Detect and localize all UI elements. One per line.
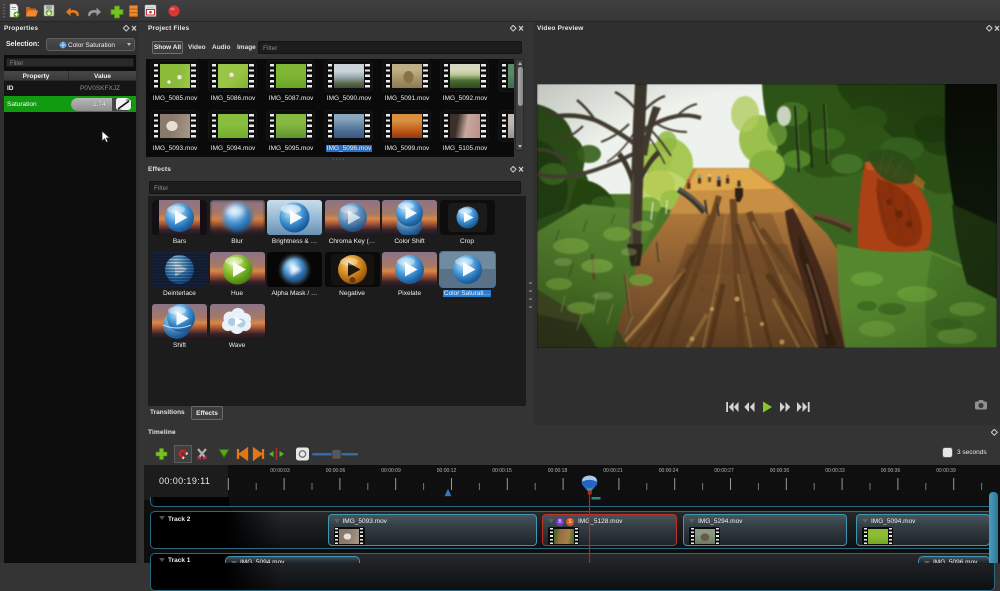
svg-text:00:00:30: 00:00:30 [770,468,790,474]
svg-text:00:00:39: 00:00:39 [936,468,956,474]
svg-text:00:00:06: 00:00:06 [326,468,346,474]
svg-text:00:00:21: 00:00:21 [603,468,623,474]
svg-text:00:00:33: 00:00:33 [825,468,845,474]
svg-text:00:00:09: 00:00:09 [381,468,401,474]
svg-text:00:00:03: 00:00:03 [270,468,290,474]
svg-text:00:00:18: 00:00:18 [548,468,568,474]
svg-text:00:00:15: 00:00:15 [492,468,512,474]
svg-text:00:00:36: 00:00:36 [881,468,901,474]
svg-text:00:00:24: 00:00:24 [659,468,679,474]
svg-text:00:00:12: 00:00:12 [437,468,457,474]
svg-text:00:00:27: 00:00:27 [714,468,734,474]
